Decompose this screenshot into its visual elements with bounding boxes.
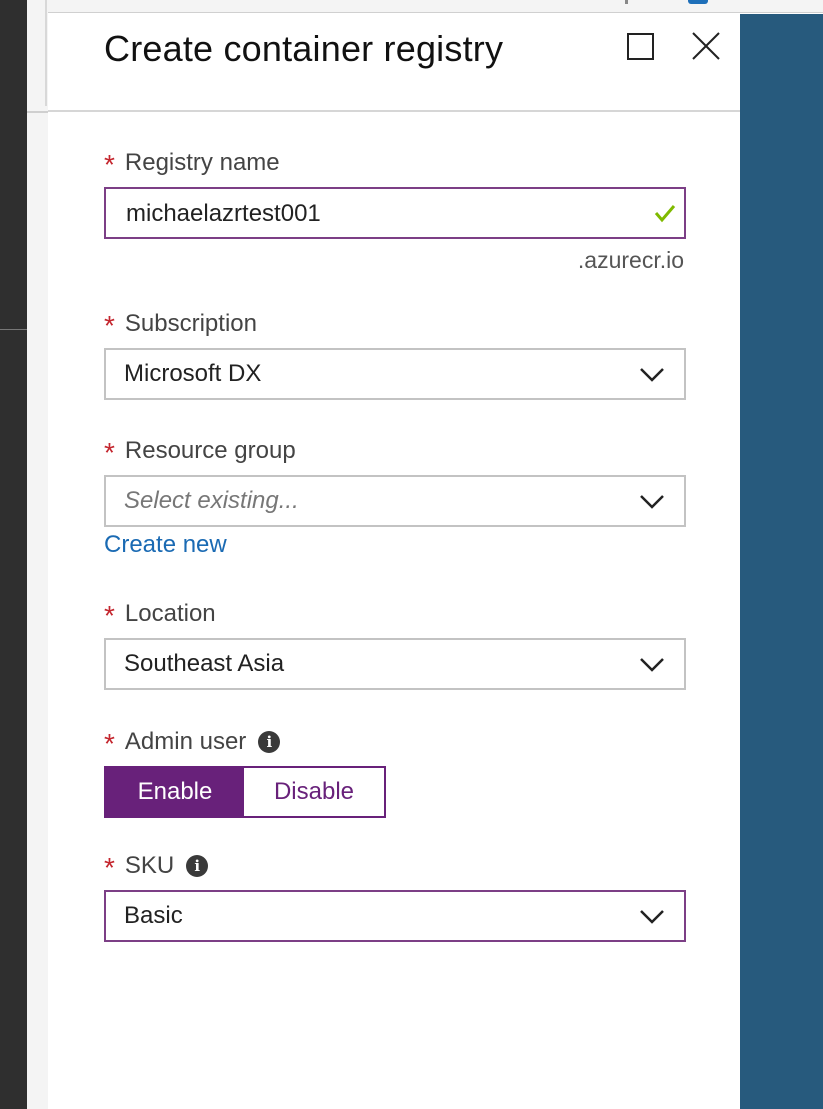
subscription-label: * Subscription (104, 310, 257, 341)
blade-header: Create container registry (48, 14, 740, 112)
blade-title: Create container registry (104, 28, 504, 69)
required-star: * (104, 149, 115, 180)
required-star: * (104, 310, 115, 341)
subscription-value: Microsoft DX (124, 360, 262, 387)
registry-name-suffix: .azurecr.io (577, 247, 684, 273)
admin-user-label: * Admin user i (104, 727, 281, 759)
sku-value: Basic (124, 902, 183, 929)
location-label: * Location (104, 600, 216, 631)
checkmark-icon (654, 205, 676, 223)
chevron-down-icon (640, 910, 664, 924)
info-icon[interactable]: i (258, 731, 281, 753)
registry-name-label: * Registry name (104, 149, 280, 180)
location-value: Southeast Asia (124, 650, 285, 677)
required-star: * (104, 600, 115, 631)
create-new-link[interactable]: Create new (104, 531, 227, 559)
sku-label: * SKU i (104, 851, 209, 883)
required-star: * (104, 852, 115, 883)
maximize-button[interactable] (626, 32, 654, 60)
sku-dropdown[interactable]: Basic (104, 890, 686, 942)
registry-name-input[interactable] (124, 189, 628, 239)
close-button[interactable] (690, 30, 722, 62)
subscription-dropdown[interactable]: Microsoft DX (104, 348, 686, 400)
resource-group-label: * Resource group (104, 437, 296, 468)
registry-name-field[interactable] (104, 187, 686, 239)
location-dropdown[interactable]: Southeast Asia (104, 638, 686, 690)
create-registry-blade: Create container registry * Registry nam… (48, 14, 740, 1109)
resource-group-placeholder: Select existing... (124, 487, 299, 514)
admin-user-toggle: Enable Disable (104, 766, 386, 818)
chevron-down-icon (640, 658, 664, 672)
required-star: * (104, 437, 115, 468)
top-background-strip (48, 0, 823, 13)
left-background-strip (27, 0, 48, 1109)
right-background-panel (740, 14, 823, 1109)
left-dark-panel (0, 0, 27, 1109)
close-icon (692, 32, 720, 60)
resource-group-dropdown[interactable]: Select existing... (104, 475, 686, 527)
disable-option[interactable]: Disable (244, 768, 384, 816)
info-icon[interactable]: i (186, 855, 209, 877)
square-outline-icon (627, 33, 654, 60)
chevron-down-icon (640, 368, 664, 382)
enable-option[interactable]: Enable (106, 768, 244, 816)
required-star: * (104, 728, 115, 759)
chevron-down-icon (640, 495, 664, 509)
